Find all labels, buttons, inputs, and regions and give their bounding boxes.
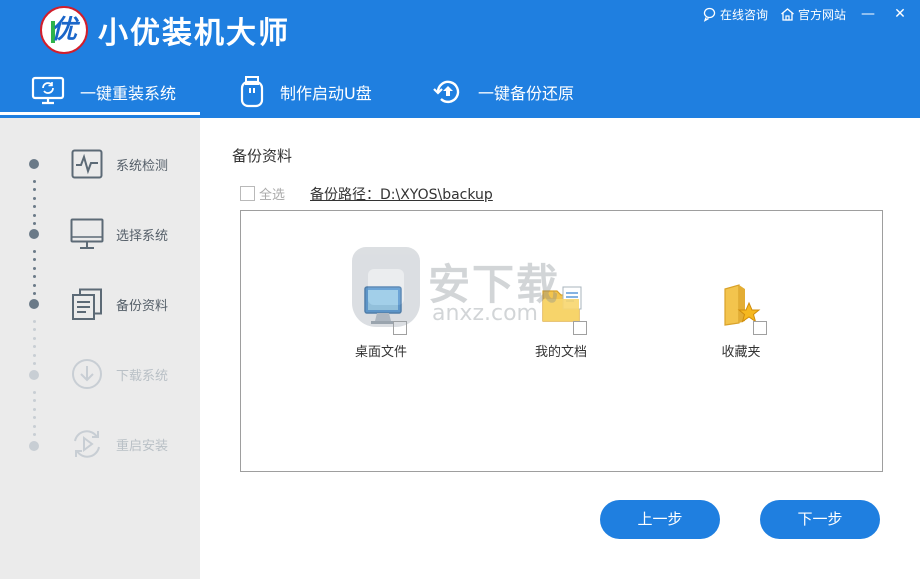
tab-reinstall-label: 一键重装系统 xyxy=(80,84,177,103)
backup-restore-icon xyxy=(432,76,464,108)
step-connector-dot xyxy=(33,266,36,270)
step-restart-install: 重启安装 xyxy=(70,427,168,461)
step-connector-dot xyxy=(33,319,36,323)
step-select-system: 选择系统 xyxy=(70,217,168,251)
backup-item-my-documents-checkbox[interactable] xyxy=(573,321,587,335)
step-connector-dot xyxy=(33,196,36,200)
backup-item-desktop-label: 桌面文件 xyxy=(354,345,407,360)
step-connector-dot xyxy=(33,213,36,217)
backup-item-my-documents-label: 我的文档 xyxy=(534,345,587,360)
backup-item-favorites-checkbox[interactable] xyxy=(753,321,767,335)
step-connector-dot xyxy=(33,353,36,357)
online-consult-link[interactable]: 在线咨询 xyxy=(702,6,768,23)
minimize-button[interactable]: — xyxy=(858,6,878,22)
active-tab-indicator xyxy=(0,112,200,115)
step-connector-dot xyxy=(33,336,36,340)
tab-make-usb[interactable]: 制作启动U盘 xyxy=(238,66,372,118)
monitor-refresh-icon xyxy=(30,76,66,108)
step-dot xyxy=(29,370,39,380)
official-website-label: 官方网站 xyxy=(797,7,846,22)
step-connector-dot xyxy=(33,390,36,394)
tab-backup-restore[interactable]: 一键备份还原 xyxy=(432,66,574,118)
step-connector-dot xyxy=(33,433,36,436)
step-connector-dot xyxy=(33,188,36,191)
backup-item-favorites-label: 收藏夹 xyxy=(721,345,761,360)
watermark: 安下载 anxz.com xyxy=(352,247,572,327)
step-backup-data-label: 备份资料 xyxy=(116,298,169,314)
usb-drive-icon xyxy=(238,76,266,108)
prev-step-button[interactable]: 上一步 xyxy=(600,500,720,539)
app-header: 优 小优装机大师 在线咨询 官方网站 — ✕ 一键重装系统 制作启动U盘 一键备… xyxy=(0,0,920,118)
step-connector-dot xyxy=(33,283,36,287)
step-select-system-label: 选择系统 xyxy=(116,228,169,244)
step-download-system: 下载系统 xyxy=(70,357,168,391)
watermark-shield-icon xyxy=(352,247,420,327)
step-connector-dot xyxy=(33,407,36,411)
backup-path-link[interactable]: 备份路径：D:\XYOS\backup xyxy=(310,184,493,204)
backup-item-favorites[interactable]: 收藏夹 xyxy=(681,281,801,361)
tab-make-usb-label: 制作启动U盘 xyxy=(280,84,372,103)
top-links: 在线咨询 官方网站 — ✕ xyxy=(694,4,910,24)
restart-icon xyxy=(70,427,104,461)
logo-glyph: 优 xyxy=(50,15,77,45)
close-button[interactable]: ✕ xyxy=(890,6,910,22)
step-connector-dot xyxy=(33,424,36,428)
home-icon xyxy=(780,7,795,22)
step-connector-dot xyxy=(33,328,36,331)
step-connector-dot xyxy=(33,399,36,402)
chat-bubble-icon xyxy=(702,7,717,22)
select-all-box[interactable] xyxy=(240,186,255,201)
step-connector-dot xyxy=(33,362,36,365)
step-dot xyxy=(29,229,39,239)
heartbeat-monitor-icon xyxy=(70,147,104,181)
step-connector-dot xyxy=(33,345,36,348)
app-title: 小优装机大师 xyxy=(98,16,290,51)
step-system-check-label: 系统检测 xyxy=(116,158,169,174)
documents-icon xyxy=(70,287,104,321)
tab-backup-restore-label: 一键备份还原 xyxy=(478,84,575,103)
select-all-checkbox[interactable]: 全选 xyxy=(240,184,285,203)
step-connector-dot xyxy=(33,416,36,419)
step-download-system-label: 下载系统 xyxy=(116,368,169,384)
page-title: 备份资料 xyxy=(232,147,293,165)
step-dot xyxy=(29,441,39,451)
app-logo: 优 xyxy=(40,6,88,54)
step-connector-dot xyxy=(33,249,36,253)
select-all-label: 全选 xyxy=(259,188,286,203)
tab-reinstall-system[interactable]: 一键重装系统 xyxy=(30,66,176,118)
step-system-check: 系统检测 xyxy=(70,147,168,181)
step-dot xyxy=(29,159,39,169)
main-tabs: 一键重装系统 制作启动U盘 一键备份还原 xyxy=(0,66,920,118)
next-step-button[interactable]: 下一步 xyxy=(760,500,880,539)
step-connector-dot xyxy=(33,275,36,278)
step-connector-dot xyxy=(33,292,36,295)
step-dot xyxy=(29,299,39,309)
steps-sidebar: 系统检测 选择系统 备份资料 下载系统 重启安装 xyxy=(0,118,200,579)
official-website-link[interactable]: 官方网站 xyxy=(780,6,846,23)
download-icon xyxy=(70,357,104,391)
step-backup-data: 备份资料 xyxy=(70,287,168,321)
step-connector-dot xyxy=(33,258,36,261)
step-connector-dot xyxy=(33,205,36,208)
watermark-url: anxz.com xyxy=(432,301,538,326)
step-connector-dot xyxy=(33,222,36,225)
step-connector-dot xyxy=(33,179,36,183)
desktop-monitor-icon xyxy=(70,217,104,251)
online-consult-label: 在线咨询 xyxy=(719,7,768,22)
step-restart-install-label: 重启安装 xyxy=(116,438,169,454)
